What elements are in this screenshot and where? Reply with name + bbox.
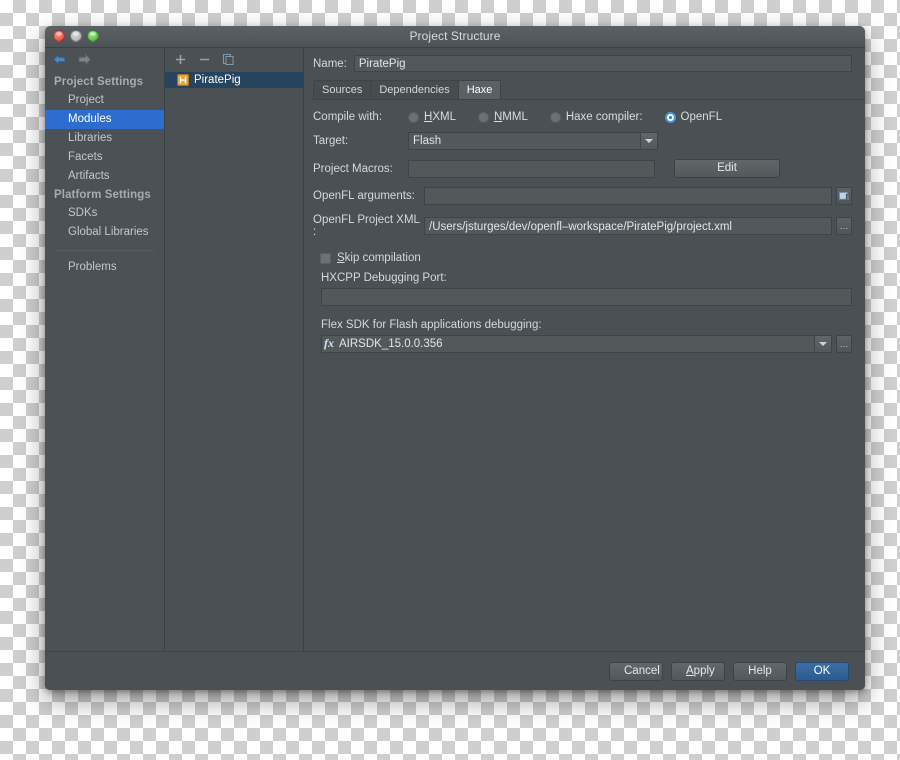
module-item-label: PiratePig <box>194 74 241 86</box>
list-item[interactable]: PiratePig <box>165 72 303 88</box>
flex-sdk-combobox[interactable]: fx AIRSDK_15.0.0.356 <box>321 335 832 353</box>
openfl-project-xml-row: OpenFL Project XML : /Users/jsturges/dev… <box>313 214 852 238</box>
project-structure-window: Project Structure Project Settings Proje… <box>45 26 865 690</box>
target-value: Flash <box>413 135 442 147</box>
sidebar-group-project-settings: Project Settings <box>54 76 144 88</box>
apply-button[interactable]: Apply <box>671 661 725 681</box>
zoom-button[interactable] <box>87 30 99 42</box>
radio-option-hxml[interactable]: HXML <box>408 111 456 123</box>
modules-list: PiratePig <box>165 71 303 88</box>
window-title: Project Structure <box>409 29 501 43</box>
skip-compilation-checkbox[interactable] <box>320 252 331 264</box>
settings-sidebar: Project Settings Project Modules Librari… <box>45 48 165 651</box>
expand-editor-icon[interactable] <box>836 187 852 205</box>
editor-tabs: Sources Dependencies Haxe <box>313 80 865 100</box>
sidebar-item-sdks[interactable]: SDKs <box>45 204 164 223</box>
copy-module-button[interactable] <box>222 53 235 66</box>
radio-option-haxe-compiler[interactable]: Haxe compiler: <box>549 111 643 123</box>
radio-label: HXML <box>424 111 456 123</box>
sidebar-group-platform-settings: Platform Settings <box>54 189 151 201</box>
module-name-row: Name: PiratePig <box>304 48 865 72</box>
sidebar-item-artifacts[interactable]: Artifacts <box>45 167 164 186</box>
fx-icon: fx <box>324 336 334 350</box>
modules-panel: PiratePig <box>165 48 304 651</box>
target-label: Target: <box>313 135 349 147</box>
sidebar-item-modules[interactable]: Modules <box>45 110 164 129</box>
tab-dependencies[interactable]: Dependencies <box>370 80 459 99</box>
project-macros-row: Project Macros: Edit <box>313 159 852 178</box>
skip-compilation-label: Skip compilation <box>337 252 421 264</box>
sidebar-item-project[interactable]: Project <box>45 91 164 110</box>
openfl-project-xml-label: OpenFL Project XML : <box>313 214 420 238</box>
haxe-settings-form: Compile with: HXML NMML Haxe compiler: O… <box>304 100 865 353</box>
edit-macros-button[interactable]: Edit <box>674 159 780 178</box>
sidebar-item-global-libraries[interactable]: Global Libraries <box>45 223 164 242</box>
tab-sources[interactable]: Sources <box>313 80 372 99</box>
window-body: Project Settings Project Modules Librari… <box>45 48 865 651</box>
radio-indicator <box>477 111 489 123</box>
hxcpp-debugging-port-label: HXCPP Debugging Port: <box>321 272 447 284</box>
browse-flex-sdk-button[interactable]: … <box>836 335 852 353</box>
radio-option-nmml[interactable]: NMML <box>477 111 528 123</box>
target-row: Target: Flash <box>313 132 852 150</box>
radio-indicator <box>408 111 419 123</box>
name-label: Name: <box>313 57 347 70</box>
help-button[interactable]: Help <box>733 661 787 681</box>
minimize-button[interactable] <box>70 30 82 42</box>
traffic-light-group <box>53 30 99 42</box>
close-button[interactable] <box>53 30 65 42</box>
radio-label: NMML <box>493 111 528 123</box>
sidebar-item-libraries[interactable]: Libraries <box>45 129 164 148</box>
compile-with-row: Compile with: HXML NMML Haxe compiler: O… <box>313 111 852 123</box>
hxcpp-debugging-port-input[interactable] <box>321 288 852 306</box>
radio-option-openfl[interactable]: OpenFL <box>664 111 723 123</box>
chevron-down-icon[interactable] <box>640 133 657 149</box>
radio-indicator-selected <box>664 111 676 123</box>
dialog-footer: Cancel Apply Help OK <box>45 651 865 690</box>
project-macros-input[interactable] <box>408 159 655 178</box>
remove-module-button[interactable] <box>198 53 211 66</box>
openfl-arguments-label: OpenFL arguments: <box>313 190 415 202</box>
modules-toolbar <box>165 48 303 71</box>
ok-button[interactable]: OK <box>795 661 849 681</box>
cancel-button[interactable]: Cancel <box>609 661 663 681</box>
forward-arrow-icon[interactable] <box>77 53 92 66</box>
openfl-arguments-input[interactable] <box>424 187 832 205</box>
tab-haxe[interactable]: Haxe <box>457 80 502 99</box>
sidebar-nav-bar <box>45 48 164 71</box>
compile-with-label: Compile with: <box>313 111 383 123</box>
radio-label: OpenFL <box>680 111 723 123</box>
skip-compilation-row[interactable]: Skip compilation <box>320 252 852 264</box>
flex-sdk-group: Flex SDK for Flash applications debuggin… <box>321 319 852 353</box>
sidebar-divider <box>55 250 154 251</box>
target-combobox[interactable]: Flash <box>408 132 658 150</box>
radio-label: Haxe compiler: <box>565 111 643 123</box>
radio-indicator <box>549 111 561 123</box>
compile-with-radio-group: HXML NMML Haxe compiler: OpenFL <box>408 111 744 123</box>
haxe-module-icon <box>177 74 189 86</box>
flex-sdk-value: AIRSDK_15.0.0.356 <box>339 338 443 350</box>
project-macros-label: Project Macros: <box>313 162 393 175</box>
module-name-input[interactable]: PiratePig <box>353 55 852 72</box>
hxcpp-debugging-port-group: HXCPP Debugging Port: <box>321 272 852 306</box>
browse-project-xml-button[interactable]: … <box>836 217 852 235</box>
chevron-down-icon[interactable] <box>814 336 831 352</box>
openfl-project-xml-input[interactable]: /Users/jsturges/dev/openfl–workspace/Pir… <box>424 217 832 235</box>
sidebar-item-problems[interactable]: Problems <box>45 258 164 277</box>
back-arrow-icon[interactable] <box>52 53 67 66</box>
settings-tree: Project Settings Project Modules Librari… <box>45 71 164 277</box>
openfl-arguments-row: OpenFL arguments: <box>313 187 852 205</box>
sidebar-item-facets[interactable]: Facets <box>45 148 164 167</box>
add-module-button[interactable] <box>174 53 187 66</box>
module-editor-panel: Name: PiratePig Sources Dependencies Hax… <box>304 48 865 651</box>
window-titlebar: Project Structure <box>45 26 865 48</box>
flex-sdk-label: Flex SDK for Flash applications debuggin… <box>321 319 542 331</box>
